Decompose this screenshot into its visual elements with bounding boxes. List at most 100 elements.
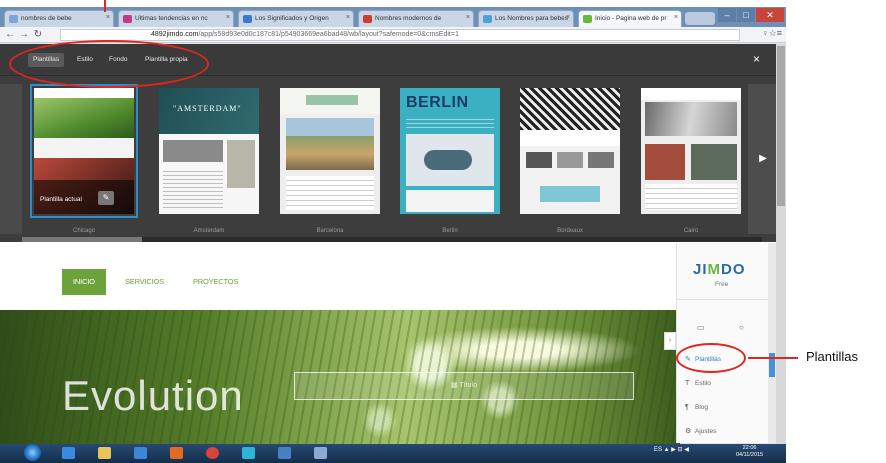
template-label: Cairo xyxy=(683,228,699,234)
tab-close-icon[interactable]: × xyxy=(674,14,678,21)
browser-scrollbar[interactable] xyxy=(776,44,786,454)
thumb-text xyxy=(645,184,737,210)
word-icon[interactable] xyxy=(278,447,291,459)
text-style-icon: T xyxy=(685,380,690,387)
browser-menu-icons[interactable]: ♀☆≡ xyxy=(762,28,782,39)
thumb-header xyxy=(520,88,620,130)
thumb-image xyxy=(526,152,552,168)
annotation-ellipse-top xyxy=(9,40,209,88)
site-nav-inicio[interactable]: INICIO xyxy=(62,269,106,295)
ie-icon[interactable] xyxy=(62,447,75,459)
screenshot: nombres de bebe × Ultimas tendencias en n… xyxy=(0,0,886,463)
scroll-left-arrow[interactable] xyxy=(0,84,22,234)
tab-favicon xyxy=(583,15,592,23)
thumb-header xyxy=(641,88,741,100)
template-barcelona[interactable] xyxy=(280,88,380,214)
thumb-image xyxy=(163,140,223,162)
mobile-view-icon[interactable]: ○ xyxy=(739,323,744,332)
browser-tab-4[interactable]: Nombres modernos de × xyxy=(358,10,474,27)
template-label: Berlin xyxy=(442,228,458,234)
tab-favicon xyxy=(123,15,132,23)
thumb-header xyxy=(34,88,134,98)
url-field[interactable]: 4892jimdo.com/app/s58d93e0d0c187c81/p549… xyxy=(60,29,740,41)
reload-icon[interactable]: ↻ xyxy=(32,28,44,41)
divider xyxy=(677,299,769,300)
browser-tab-3[interactable]: Los Significados y Origen × xyxy=(238,10,354,27)
template-bordeaux[interactable] xyxy=(520,88,620,214)
forward-icon[interactable]: → xyxy=(18,28,30,41)
browser-tab-1[interactable]: nombres de bebe × xyxy=(4,10,114,27)
template-carousel: Plantilla actual ✎ Chicago "AMSTERDAM" A… xyxy=(22,82,766,234)
media-icon[interactable] xyxy=(134,447,147,459)
thumb-image xyxy=(286,118,374,170)
thumb-car-image xyxy=(424,150,472,170)
blog-icon: ¶ xyxy=(685,404,689,411)
browser-tab-6[interactable]: Inicio - Pagina web de pr × xyxy=(578,10,682,27)
thumb-text xyxy=(34,138,134,158)
thumb-image xyxy=(645,144,685,180)
folder-icon[interactable] xyxy=(98,447,111,459)
edit-pencil-icon[interactable]: ✎ xyxy=(98,191,114,205)
browser-tab-5[interactable]: Los Nombres para bebes × xyxy=(478,10,574,27)
chrome-icon[interactable] xyxy=(206,447,219,459)
template-label: Amsterdam xyxy=(193,228,225,234)
tab-favicon xyxy=(243,15,252,23)
windows-taskbar: ES ▲ ▶ ⊟ ◀ 22:06 04/11/2015 xyxy=(0,444,786,463)
close-window-button[interactable]: ✕ xyxy=(756,8,784,22)
site-nav-servicios[interactable]: SERVICIOS xyxy=(114,269,175,295)
sidebar-item-blog[interactable]: ¶ Blog xyxy=(685,401,708,415)
sidebar-item-estilo[interactable]: T Estilo xyxy=(685,377,711,391)
gear-icon: ⚙ xyxy=(685,428,692,435)
template-label: Chicago xyxy=(72,228,95,234)
maximize-button[interactable]: □ xyxy=(737,8,755,22)
sidebar-scrollbar[interactable] xyxy=(768,243,776,443)
thumb-image xyxy=(691,144,737,180)
sidebar-item-ajustes[interactable]: ⚙ Ajustes xyxy=(685,425,716,439)
close-panel-icon[interactable]: × xyxy=(753,52,760,66)
thumb-text xyxy=(406,116,494,128)
template-cairo[interactable] xyxy=(641,88,741,214)
app-icon[interactable] xyxy=(242,447,255,459)
thumb-image xyxy=(588,152,614,168)
template-amsterdam[interactable]: "AMSTERDAM" xyxy=(159,88,259,214)
thumb-footer xyxy=(406,190,494,212)
tab-favicon xyxy=(363,15,372,23)
template-label: Barcelona xyxy=(316,228,344,234)
collapse-sidebar-button[interactable]: › xyxy=(664,332,676,350)
hero-banner: Evolution ▦ Título xyxy=(0,310,680,450)
system-tray[interactable]: ES ▲ ▶ ⊟ ◀ xyxy=(654,446,689,453)
thumb-text xyxy=(286,176,374,210)
tab-favicon xyxy=(483,15,492,23)
desktop-view-icon[interactable]: ▭ xyxy=(697,323,705,332)
minimize-button[interactable]: – xyxy=(718,8,736,22)
clock[interactable]: 22:06 04/11/2015 xyxy=(736,445,763,459)
hero-title[interactable]: Evolution xyxy=(62,372,244,420)
thumb-logo xyxy=(306,95,358,105)
thumb-title: BERLIN xyxy=(406,94,469,111)
scrollbar-thumb[interactable] xyxy=(777,46,785,206)
tab-close-icon[interactable]: × xyxy=(346,14,350,21)
tab-close-icon[interactable]: × xyxy=(466,14,470,21)
template-chicago[interactable]: Plantilla actual ✎ xyxy=(30,84,138,218)
new-tab-button[interactable] xyxy=(685,12,715,25)
tab-favicon xyxy=(9,15,18,23)
hero-title-input[interactable]: ▦ Título xyxy=(294,372,634,400)
tab-close-icon[interactable]: × xyxy=(566,14,570,21)
thumb-image xyxy=(540,186,600,202)
tab-close-icon[interactable]: × xyxy=(226,14,230,21)
template-berlin[interactable]: BERLIN xyxy=(400,88,500,214)
annotation-line xyxy=(748,357,798,359)
plan-label: Free xyxy=(715,281,729,288)
back-icon[interactable]: ← xyxy=(4,28,16,41)
app-icon[interactable] xyxy=(314,447,327,459)
thumb-band xyxy=(520,130,620,146)
tab-close-icon[interactable]: × xyxy=(106,14,110,21)
template-label: Bordeaux xyxy=(557,228,583,234)
next-templates-arrow[interactable]: ▶ xyxy=(748,84,778,234)
browser-tab-2[interactable]: Ultimas tendencias en nc × xyxy=(118,10,234,27)
annotation-label: Plantillas xyxy=(806,349,859,364)
tab-strip: nombres de bebe × Ultimas tendencias en n… xyxy=(0,7,786,27)
site-nav-proyectos[interactable]: PROYECTOS xyxy=(182,269,249,295)
firefox-icon[interactable] xyxy=(170,447,183,459)
start-button[interactable] xyxy=(24,444,41,461)
